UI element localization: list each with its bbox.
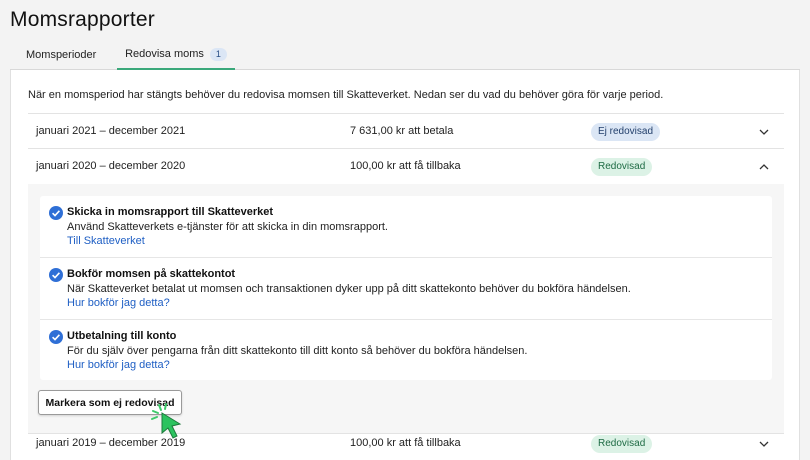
tab-count-badge: 1: [209, 47, 227, 61]
step-description: När Skatteverket betalat ut momsen och t…: [67, 283, 631, 295]
tab-label: Momsperioder: [26, 49, 97, 61]
period-amount: 100,00 kr att få tillbaka: [350, 160, 461, 172]
period-row-2021[interactable]: januari 2021 – december 2021 7 631,00 kr…: [28, 113, 784, 149]
period-name: januari 2021 – december 2021: [36, 125, 186, 137]
check-circle-icon: [49, 268, 63, 282]
step-item: Bokför momsen på skattekontot När Skatte…: [40, 257, 772, 319]
status-badge: Redovisad: [591, 435, 653, 453]
tab-redovisa-moms[interactable]: Redovisa moms 1: [117, 40, 235, 70]
period-name: januari 2020 – december 2020: [36, 160, 186, 172]
chevron-down-icon[interactable]: [758, 126, 770, 138]
step-title: Bokför momsen på skattekontot: [67, 268, 236, 280]
step-item: Utbetalning till konto För du själv över…: [40, 319, 772, 381]
step-description: För du själv över pengarna från ditt ska…: [67, 345, 528, 357]
step-title: Skicka in momsrapport till Skatteverket: [67, 206, 274, 218]
step-list: Skicka in momsrapport till Skatteverket …: [40, 196, 772, 380]
period-details-panel: Skicka in momsrapport till Skatteverket …: [28, 184, 784, 434]
status-badge: Ej redovisad: [591, 123, 661, 141]
period-row-2020[interactable]: januari 2020 – december 2020 100,00 kr a…: [28, 149, 784, 185]
period-amount: 7 631,00 kr att betala: [350, 125, 454, 137]
pointer-hand-icon: [151, 403, 182, 439]
period-row-2019[interactable]: januari 2019 – december 2019 100,00 kr a…: [28, 426, 784, 460]
chevron-up-icon[interactable]: [758, 161, 770, 173]
period-amount: 100,00 kr att få tillbaka: [350, 437, 461, 449]
vat-report-card: När en momsperiod har stängts behöver du…: [10, 70, 800, 460]
step-title: Utbetalning till konto: [67, 330, 177, 342]
tab-label: Redovisa moms: [125, 48, 204, 60]
check-circle-icon: [49, 206, 63, 220]
tab-momsperioder[interactable]: Momsperioder: [26, 40, 96, 70]
how-to-book-link[interactable]: Hur bokför jag detta?: [67, 359, 170, 371]
page-title: Momsrapporter: [10, 8, 155, 31]
intro-text: När en momsperiod har stängts behöver du…: [28, 89, 664, 101]
tab-bar: Momsperioder Redovisa moms 1: [10, 40, 800, 70]
skatteverket-link[interactable]: Till Skatteverket: [67, 235, 145, 247]
status-badge: Redovisad: [591, 158, 653, 176]
step-description: Använd Skatteverkets e-tjänster för att …: [67, 221, 388, 233]
how-to-book-link[interactable]: Hur bokför jag detta?: [67, 297, 170, 309]
chevron-down-icon[interactable]: [758, 438, 770, 450]
check-circle-icon: [49, 330, 63, 344]
step-item: Skicka in momsrapport till Skatteverket …: [40, 196, 772, 258]
